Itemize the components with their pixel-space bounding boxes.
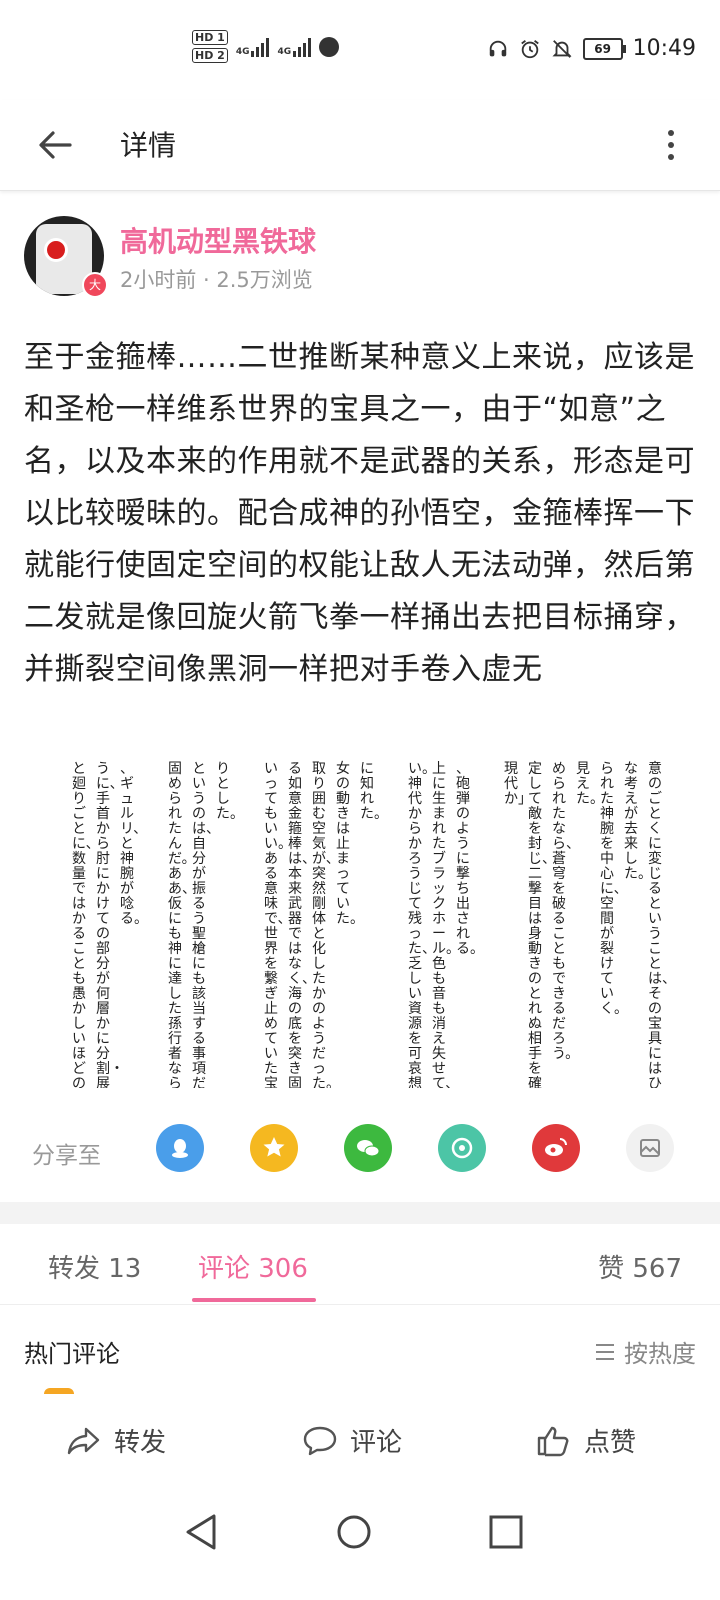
more-options-button[interactable] bbox=[664, 120, 678, 170]
signal-bars-icon bbox=[293, 37, 312, 57]
image-text-column: 上に生まれたブラックホール。色も音も消え失せて、ただ bbox=[432, 761, 460, 1089]
net1-label: 4G bbox=[235, 46, 250, 57]
author-block: 大 高机动型黑铁球 2小时前 · 2.5万浏览 bbox=[24, 216, 704, 306]
back-button[interactable] bbox=[32, 122, 78, 168]
image-text-column: 定して敵を封じ、二撃目は身動きのとれぬ相手を確実に穿 bbox=[528, 761, 556, 1089]
active-tab-indicator bbox=[192, 1298, 316, 1302]
thumbs-up-icon bbox=[537, 1426, 569, 1456]
status-bar: HD 1 HD 2 4G 4G 69 10:49 bbox=[0, 0, 720, 100]
list-icon bbox=[596, 1343, 614, 1360]
mute-bell-icon bbox=[552, 39, 572, 58]
hd2-label: HD 2 bbox=[192, 48, 228, 63]
share-row: 分享至 bbox=[0, 1122, 720, 1182]
clock: 10:49 bbox=[632, 36, 696, 61]
comment-button[interactable]: 评论 bbox=[302, 1422, 402, 1459]
image-text-column: うに、手首から肘にかけての部分が何層かに分割・展開し bbox=[96, 761, 124, 1089]
image-text-column: 意のごとくに変じるということは、その宝具にはひとつの bbox=[648, 761, 670, 1089]
image-text-column: められたなら、蒼穹を破ることもできるだろう。 bbox=[552, 761, 580, 1062]
repost-label: 转发 bbox=[114, 1428, 167, 1458]
nav-home-icon[interactable] bbox=[332, 1510, 376, 1554]
status-right: 69 10:49 bbox=[487, 36, 696, 61]
image-text-column: 固められたんだ。ああ、仮にも神に達した孫行者ならば、 bbox=[168, 761, 196, 1089]
qzone-icon[interactable] bbox=[250, 1124, 298, 1172]
globe-icon bbox=[319, 36, 340, 57]
image-text-column: に知れた。 bbox=[360, 761, 388, 822]
image-text-column: い。神代からかろうじて残った、乏しい資源を可哀想な bbox=[408, 761, 436, 1089]
hot-comments-title: 热门评论 bbox=[24, 1340, 120, 1368]
tab-likes[interactable]: 赞 567 bbox=[598, 1248, 682, 1285]
image-text-column: と廻りごとに、数量ではかることも愚かしいほどの魔力が bbox=[72, 761, 100, 1089]
wechat-icon[interactable] bbox=[344, 1124, 392, 1172]
image-text-column: 取り囲む空気が、突然剛体と化したかのようだった。 bbox=[312, 761, 340, 1089]
signal-1: 4G bbox=[236, 37, 270, 57]
battery-indicator: 69 bbox=[582, 37, 626, 60]
headset-icon bbox=[489, 40, 506, 56]
like-button[interactable]: 点赞 bbox=[536, 1422, 636, 1459]
author-name[interactable]: 高机动型黑铁球 bbox=[120, 220, 316, 260]
section-divider bbox=[0, 1202, 720, 1224]
status-left: HD 1 HD 2 4G 4G bbox=[192, 30, 340, 63]
image-text-column: りとした。 bbox=[216, 761, 244, 822]
tab-comments[interactable]: 评论 306 bbox=[198, 1248, 308, 1285]
action-bar: 转发 评论 点赞 bbox=[0, 1396, 720, 1486]
repost-button[interactable]: 转发 bbox=[66, 1422, 166, 1459]
image-text-column: 、砲弾のように撃ち出される。 bbox=[456, 761, 484, 957]
tab-repost[interactable]: 转发 13 bbox=[48, 1248, 141, 1285]
image-text-column: というのは、自分が振るう聖槍にも該当する事項だったか bbox=[192, 761, 220, 1089]
gallery-icon[interactable] bbox=[626, 1124, 674, 1172]
sort-button[interactable]: 按热度 bbox=[594, 1334, 696, 1369]
top-bar: 详情 bbox=[0, 100, 720, 191]
comment-label: 评论 bbox=[350, 1428, 403, 1458]
share-arrow-icon bbox=[67, 1427, 100, 1454]
post-image[interactable]: 意のごとくに変じるということは、その宝具にはひとつのな考えが去来した。られた神腕… bbox=[48, 758, 670, 1088]
verified-badge: 大 bbox=[82, 272, 108, 298]
comment-avatar-peek bbox=[44, 1388, 74, 1394]
page-title: 详情 bbox=[120, 129, 177, 162]
hd-indicators: HD 1 HD 2 bbox=[192, 30, 228, 63]
net2-label: 4G bbox=[277, 46, 292, 57]
post-meta: 2小时前 · 2.5万浏览 bbox=[120, 268, 313, 292]
nav-back-icon[interactable] bbox=[180, 1510, 224, 1554]
hot-comments-header: 热门评论 按热度 bbox=[24, 1332, 696, 1372]
signal-bars-icon bbox=[251, 37, 270, 57]
post-text: 至于金箍棒……二世推断某种意义上来说，应该是和圣枪一样维系世界的宝具之一，由于“… bbox=[24, 340, 695, 687]
image-text-column: 見えた。 bbox=[576, 761, 604, 807]
moments-icon[interactable] bbox=[438, 1124, 486, 1172]
weibo-icon[interactable] bbox=[532, 1124, 580, 1172]
nav-recents-icon[interactable] bbox=[484, 1510, 528, 1554]
image-text-column: な考えが去来した。 bbox=[624, 761, 652, 882]
arrow-left-icon bbox=[39, 131, 72, 159]
tab-bar: 转发 13 评论 306 赞 567 bbox=[0, 1224, 720, 1305]
qq-icon[interactable] bbox=[156, 1124, 204, 1172]
image-text-column: 現代か」 bbox=[504, 761, 532, 807]
hd1-label: HD 1 bbox=[192, 30, 228, 45]
share-label: 分享至 bbox=[32, 1143, 101, 1169]
comment-bubble-icon bbox=[303, 1426, 337, 1455]
image-text-column: 女の動きは止まっていた。 bbox=[336, 761, 364, 927]
alarm-icon bbox=[520, 39, 539, 58]
like-label: 点赞 bbox=[584, 1428, 637, 1458]
sort-label: 按热度 bbox=[624, 1340, 696, 1368]
signal-2: 4G bbox=[277, 37, 312, 57]
system-nav-bar bbox=[0, 1486, 720, 1600]
image-text-column: いってもいい。ある意味で、世界を繋ぎ止めていた宝具の bbox=[264, 761, 292, 1089]
